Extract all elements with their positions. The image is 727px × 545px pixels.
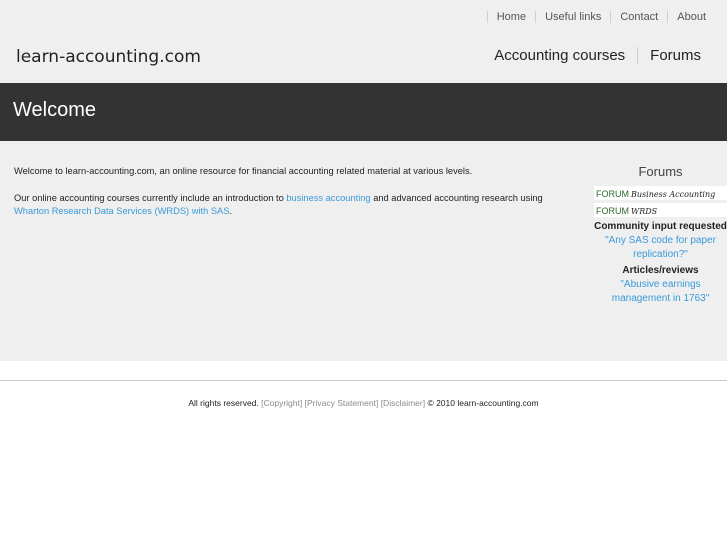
wrds-sas-link[interactable]: Wharton Research Data Services (WRDS) wi…	[14, 206, 229, 216]
community-link[interactable]: "Any SAS code for paper replication?"	[594, 234, 727, 262]
business-accounting-link[interactable]: business accounting	[286, 193, 370, 203]
footer-disclaimer-link[interactable]: [Disclaimer]	[381, 398, 425, 408]
footer-copyright-link[interactable]: [Copyright]	[261, 398, 302, 408]
intro-paragraph: Welcome to learn-accounting.com, an onli…	[14, 166, 473, 176]
articles-heading: Articles/reviews	[622, 265, 699, 276]
forum-name: WRDS	[631, 207, 658, 216]
forum-tag: FORUM	[596, 206, 629, 216]
courses-paragraph: Our online accounting courses currently …	[14, 192, 574, 218]
nav-link-about[interactable]: About	[667, 11, 706, 23]
courses-text-suffix: .	[229, 206, 233, 216]
site-header: Home Useful links Contact About learn-accou…	[0, 0, 727, 83]
courses-text-prefix: Our online accounting courses currently …	[14, 193, 287, 203]
main-text: Welcome to learn-accounting.com, an onli…	[14, 165, 574, 232]
top-nav: Home Useful links Contact About	[486, 11, 706, 23]
welcome-banner: Welcome	[0, 83, 727, 141]
content-area: Welcome to learn-accounting.com, an onli…	[0, 141, 727, 361]
articles-link[interactable]: "Abusive earnings management in 1763"	[594, 278, 727, 306]
forum-wrds[interactable]: FORUM WRDS	[594, 203, 727, 217]
footer-divider	[0, 380, 727, 381]
nav-link-contact[interactable]: Contact	[610, 11, 667, 23]
sidebar-title: Forums	[638, 164, 683, 179]
community-heading: Community input requested	[594, 221, 727, 232]
page-title: Welcome	[13, 99, 96, 121]
footer-rights: All rights reserved.	[188, 398, 262, 408]
forum-business-accounting[interactable]: FORUM Business Accounting	[594, 186, 727, 200]
footer-privacy-link[interactable]: [Privacy Statement]	[305, 398, 379, 408]
footer-copyright-text: © 2010 learn-accounting.com	[425, 398, 539, 408]
nav-accounting-courses[interactable]: Accounting courses	[482, 47, 637, 64]
courses-text-middle: and advanced accounting research using	[370, 193, 543, 203]
forum-name: Business Accounting	[631, 190, 716, 199]
site-footer: All rights reserved. [Copyright] [Privac…	[0, 398, 727, 408]
nav-forums[interactable]: Forums	[637, 47, 701, 64]
main-nav: Accounting courses Forums	[482, 47, 701, 64]
sidebar: Forums FORUM Business Accounting FORUM WRD…	[594, 164, 727, 306]
site-logo[interactable]: learn-accounting.com	[16, 47, 201, 67]
nav-link-useful-links[interactable]: Useful links	[535, 11, 610, 23]
nav-link-home[interactable]: Home	[486, 11, 535, 23]
forum-tag: FORUM	[596, 189, 629, 199]
